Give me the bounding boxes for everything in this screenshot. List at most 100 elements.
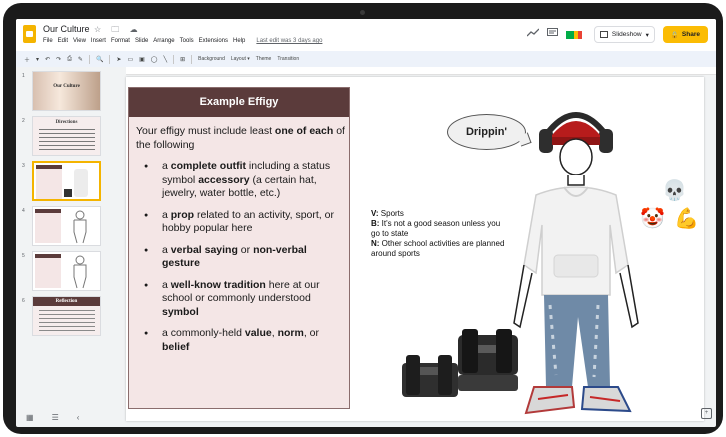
share-label: Share [681,31,700,38]
menu-item-file[interactable]: File [43,38,53,44]
slide-thumbnail-title: Reflection [55,299,78,304]
slides-logo-icon[interactable] [23,25,36,43]
print-icon[interactable]: ⎙ [67,56,72,63]
filmstrip-slide-5[interactable]: 5 [16,251,122,293]
title-bar: Our Culture ☆ 🗀 ☁ File Edit View Insert Form… [16,19,716,51]
line-icon[interactable]: ╲ [164,56,168,63]
menu-item-extensions[interactable]: Extensions [199,38,228,44]
speech-bubble[interactable]: Drippin' [447,114,526,150]
title-actions-icons[interactable]: ☆ 🗀 ☁ [94,24,142,38]
redo-icon[interactable]: ↷ [56,56,61,63]
screen: Our Culture ☆ 🗀 ☁ File Edit View Insert Form… [16,19,716,427]
slide-thumbnail-title: Our Culture [53,84,80,89]
flexed-bicep-icon: 💪 [674,208,699,230]
slide-thumbnail[interactable] [32,206,101,246]
filmstrip-slide-2[interactable]: 2 Directions [16,116,122,158]
slide-canvas[interactable]: Example Effigy Your effigy must include … [126,77,704,421]
expand-explore-icon[interactable]: + [701,408,712,419]
toolbar: ＋ ▾ ↶ ↷ ⎙ ✎ 🔍 ➤ ▭ ▣ ◯ ╲ ⊞ Background Lay… [16,51,716,67]
filmstrip-view-controls: ▦ ☰ ‹ [16,407,122,427]
slideshow-button[interactable]: Slideshow ▾ [593,26,655,43]
menu-bar: File Edit View Insert Format Slide Arrange Tool… [43,38,322,44]
slide-thumbnail-box [36,165,62,199]
activity-trend-icon[interactable] [526,28,540,41]
chevron-down-icon[interactable]: ▾ [36,56,39,63]
filmstrip-slide-1[interactable]: 1 Our Culture [16,71,122,113]
comments-icon[interactable] [546,28,558,41]
effigy-box-body: Your effigy must include least one of ea… [136,124,345,362]
requirement-item: a commonly-held value, norm, or belief [136,327,345,354]
vbn-line: B: It's not a good season unless you go … [371,219,501,238]
requirement-item: a well-know tradition here at our school… [136,279,345,320]
comment-add-icon[interactable]: ⊞ [180,56,185,63]
clown-face-icon: 🤡 [640,208,665,230]
transition-button[interactable]: Transition [277,56,299,62]
menu-item-view[interactable]: View [73,38,86,44]
slide-thumbnail[interactable]: Directions [32,116,101,156]
image-icon[interactable]: ▣ [139,56,145,63]
lock-icon: 🔒 [670,31,679,39]
skull-icon: 💀 [662,180,687,202]
menu-item-edit[interactable]: Edit [58,38,68,44]
menu-item-arrange[interactable]: Arrange [153,38,174,44]
slide-thumbnail-box [35,254,61,288]
toolbar-divider [191,54,193,64]
collapse-panel-icon[interactable]: ‹ [77,413,80,422]
zoom-icon[interactable]: 🔍 [96,56,103,63]
slide-thumbnail-dumbbell [64,189,72,197]
last-edit-link[interactable]: Last edit was 3 days ago [256,38,322,44]
top-right-actions: Slideshow ▾ 🔒 Share [526,26,708,43]
effigy-intro: Your effigy must include least one of ea… [136,125,345,151]
menu-item-insert[interactable]: Insert [91,38,106,44]
toolbar-divider [173,54,175,64]
filmstrip-slide-6[interactable]: 6 Reflection [16,296,122,338]
slide-number: 3 [22,163,25,169]
effigy-instructions-box[interactable]: Example Effigy Your effigy must include … [128,87,350,409]
theme-button[interactable]: Theme [256,56,272,62]
slide-thumbnail-text [39,129,95,151]
requirement-item: a verbal saying or non-verbal gesture [136,244,345,271]
paint-format-icon[interactable]: ✎ [78,56,83,63]
slideshow-label: Slideshow [611,31,642,38]
filmstrip-slide-4[interactable]: 4 [16,206,122,248]
menu-item-tools[interactable]: Tools [180,38,194,44]
filmstrip-slide-3[interactable]: 3 [16,161,122,203]
slide-filmstrip: 1 Our Culture 2 Directions 3 4 5 6 Refle… [16,67,122,407]
select-icon[interactable]: ➤ [116,56,121,63]
menu-item-slide[interactable]: Slide [135,38,148,44]
body-outline-icon [73,210,87,244]
add-slide-icon[interactable]: ＋ [24,55,30,64]
slide-thumbnail[interactable]: Reflection [32,296,101,336]
chevron-down-icon[interactable]: ▾ [646,31,649,39]
menu-item-help[interactable]: Help [233,38,245,44]
present-icon [599,31,608,38]
slide-thumbnail[interactable] [32,251,101,291]
slide-thumbnail-selected[interactable] [32,161,101,201]
effigy-box-title: Example Effigy [129,88,349,117]
slide-number: 1 [22,73,25,79]
slide-thumbnail-text [39,310,95,332]
shape-icon[interactable]: ◯ [151,56,158,63]
horizontal-ruler[interactable] [126,67,716,75]
background-button[interactable]: Background [198,56,225,62]
vbn-line: N: Other school activities are planned a… [371,239,505,258]
slide-number: 4 [22,208,25,214]
grid-view-icon[interactable]: ▦ [26,413,34,422]
slide-thumbnail[interactable]: Our Culture [32,71,101,111]
undo-icon[interactable]: ↶ [45,56,50,63]
share-button[interactable]: 🔒 Share [662,26,708,43]
body-outline-icon [73,255,87,289]
slide-thumbnail-box [35,209,61,243]
meet-icon[interactable] [565,29,586,41]
slide-thumbnail-title: Directions [55,120,78,125]
document-title[interactable]: Our Culture [43,24,90,34]
requirements-list: a complete outfit including a status sym… [136,160,345,354]
toolbar-divider [88,54,90,64]
menu-item-format[interactable]: Format [111,38,130,44]
textbox-icon[interactable]: ▭ [127,56,133,63]
slide-number: 5 [22,253,25,259]
requirement-item: a prop related to an activity, sport, or… [136,209,345,236]
value-belief-norm-text[interactable]: V: Sports B: It's not a good season unles… [371,209,511,259]
filmstrip-view-icon[interactable]: ☰ [52,413,59,422]
layout-button[interactable]: Layout ▾ [231,56,250,62]
